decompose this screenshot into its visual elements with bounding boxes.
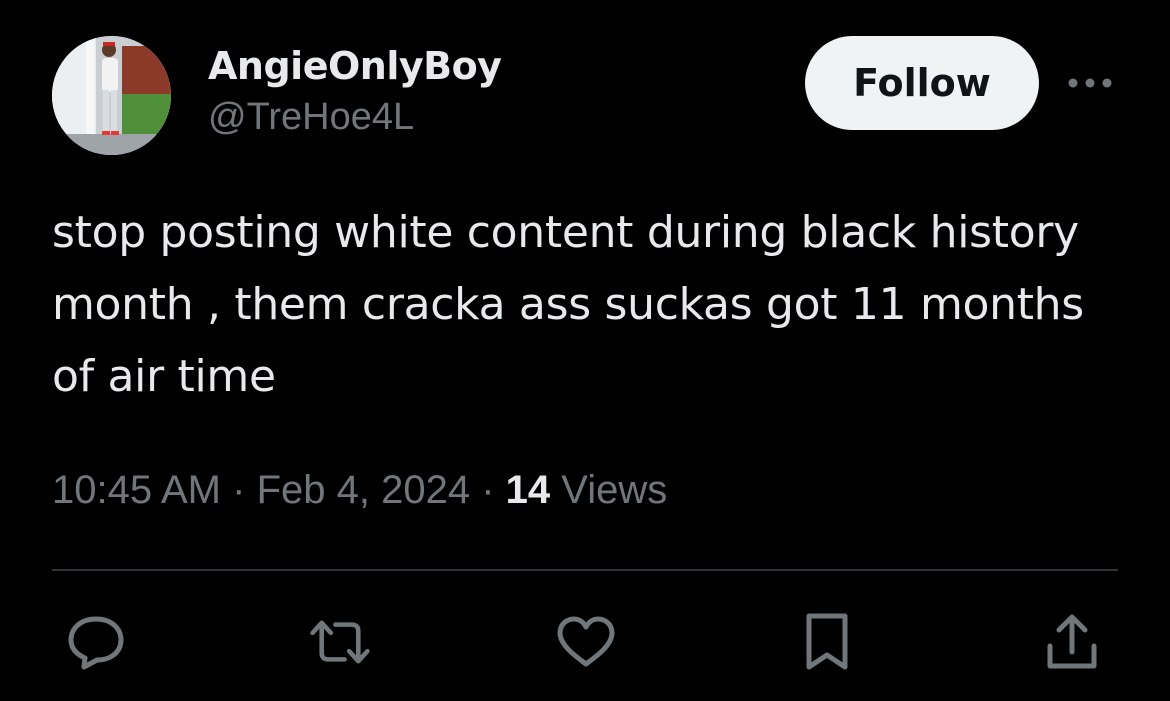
author-names: AngieOnlyBoy @TreHoe4L	[208, 40, 502, 140]
views-count[interactable]: 14	[506, 468, 551, 512]
bookmark-button[interactable]	[795, 610, 859, 674]
reply-button[interactable]	[64, 610, 128, 674]
tweet-date[interactable]: Feb 4, 2024	[257, 468, 471, 512]
retweet-icon	[310, 620, 370, 664]
author-display-name[interactable]: AngieOnlyBoy	[208, 40, 502, 92]
tweet-header: AngieOnlyBoy @TreHoe4L Follow	[52, 36, 1122, 156]
avatar[interactable]	[52, 36, 171, 155]
like-button[interactable]	[554, 610, 618, 674]
action-bar	[52, 610, 1118, 674]
more-options-button[interactable]	[1067, 70, 1113, 96]
tweet-time[interactable]: 10:45 AM	[52, 468, 221, 512]
share-icon	[1047, 614, 1097, 669]
like-icon	[557, 616, 615, 667]
more-horizontal-icon	[1068, 78, 1112, 88]
meta-separator: ·	[481, 468, 495, 512]
follow-button[interactable]: Follow	[805, 36, 1039, 130]
tweet-metadata: 10:45 AM · Feb 4, 2024 · 14 Views	[52, 466, 667, 514]
meta-separator: ·	[232, 468, 246, 512]
share-button[interactable]	[1040, 610, 1104, 674]
author-handle[interactable]: @TreHoe4L	[208, 94, 501, 140]
tweet-text: stop posting white content during black …	[52, 207, 1084, 402]
divider	[52, 569, 1118, 571]
retweet-button[interactable]	[308, 610, 372, 674]
reply-icon	[68, 616, 124, 670]
bookmark-icon	[806, 613, 848, 670]
views-label[interactable]: Views	[561, 468, 667, 512]
avatar-photo	[52, 36, 171, 155]
